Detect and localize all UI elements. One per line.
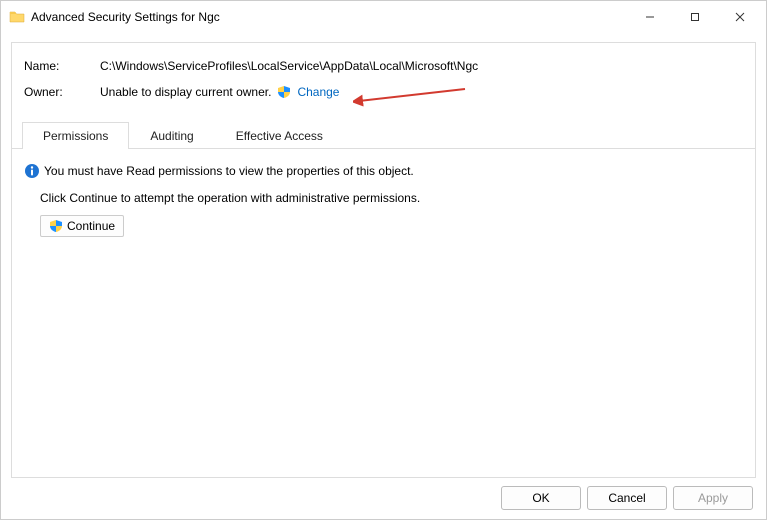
tab-strip: Permissions Auditing Effective Access (12, 121, 755, 149)
owner-value: Unable to display current owner. (100, 85, 271, 99)
continue-button[interactable]: Continue (40, 215, 124, 237)
need-read-message: You must have Read permissions to view t… (44, 164, 414, 178)
name-value: C:\Windows\ServiceProfiles\LocalService\… (100, 59, 743, 73)
click-continue-message: Click Continue to attempt the operation … (24, 191, 743, 205)
tab-auditing[interactable]: Auditing (129, 122, 214, 149)
tab-permissions[interactable]: Permissions (22, 122, 129, 149)
dialog-footer: OK Cancel Apply (501, 486, 753, 510)
window-title: Advanced Security Settings for Ngc (31, 10, 220, 24)
folder-icon (9, 9, 25, 25)
cancel-button[interactable]: Cancel (587, 486, 667, 510)
content-frame: Name: C:\Windows\ServiceProfiles\LocalSe… (11, 42, 756, 478)
titlebar: Advanced Security Settings for Ngc (1, 1, 766, 33)
ok-button[interactable]: OK (501, 486, 581, 510)
shield-icon (277, 85, 291, 99)
continue-button-label: Continue (67, 219, 115, 233)
owner-label: Owner: (24, 85, 100, 99)
tab-body: You must have Read permissions to view t… (12, 149, 755, 251)
change-owner-link[interactable]: Change (297, 85, 339, 99)
header-fields: Name: C:\Windows\ServiceProfiles\LocalSe… (12, 43, 755, 121)
info-icon (24, 163, 40, 179)
shield-icon (49, 219, 63, 233)
maximize-button[interactable] (672, 2, 717, 32)
tab-effective-access[interactable]: Effective Access (215, 122, 344, 149)
minimize-button[interactable] (627, 2, 672, 32)
close-button[interactable] (717, 2, 762, 32)
apply-button: Apply (673, 486, 753, 510)
name-label: Name: (24, 59, 100, 73)
